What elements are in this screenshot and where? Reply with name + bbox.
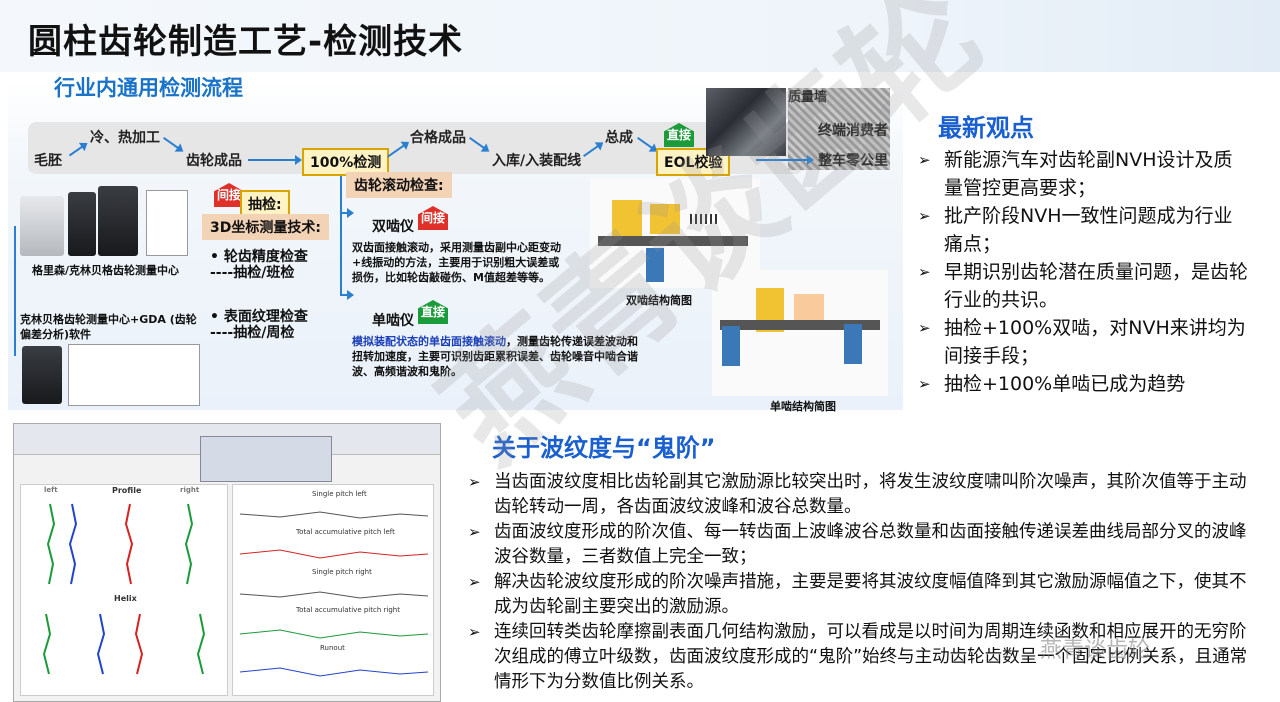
waviness-item: 解决齿轮波纹度形成的阶次噪声措施，主要是要将其波纹度幅值降到其它激励源幅值之下，…	[468, 570, 1258, 620]
cmm-item-1-freq: ----抽检/班检	[210, 265, 295, 281]
cmm-title: 3D坐标测量技术:	[202, 214, 329, 240]
trace-plots	[42, 503, 429, 677]
double-flank-desc: 双齿面接触滚动，采用测量齿副中心距变动+线振动的方法，主要用于识别粗大误差或损伤…	[352, 241, 561, 284]
measuring-machine	[98, 186, 138, 256]
measuring-machine	[22, 346, 62, 404]
step-warehouse: 入库/入装配线	[492, 153, 582, 169]
single-flank-desc: 模拟装配状态的单齿面接触滚动，测量齿轮传递误差波动和扭转加速度，主要可识别齿距累…	[352, 335, 638, 378]
vehicle-zero-km-label: 整车零公里	[818, 153, 888, 169]
viewpoint-item: 批产阶段NVH一致性问题成为行业痛点；	[918, 202, 1248, 258]
viewpoint-item: 新能源汽车对齿轮副NVH设计及质量管控更高要求；	[918, 146, 1248, 202]
report-sheet	[146, 190, 188, 256]
step-hot-cold: 冷、热加工	[90, 130, 160, 146]
single-flank-name: 单啮仪	[372, 313, 414, 329]
step-qualified: 合格成品	[410, 130, 466, 146]
step-blank: 毛胚	[34, 153, 62, 169]
viewpoints-title: 最新观点	[938, 114, 1034, 142]
viewpoint-item: 抽检+100%单啮已成为趋势	[918, 370, 1248, 398]
watermark-corner: 燕青谈齿轮	[1040, 638, 1151, 663]
flow-title: 行业内通用检测流程	[54, 76, 243, 100]
branch-line	[14, 226, 16, 356]
step-assembly: 总成	[605, 130, 633, 146]
arrow	[340, 290, 354, 300]
arrow	[756, 155, 814, 165]
viewpoint-item: 早期识别齿轮潜在质量问题，是齿轮行业的共识。	[918, 258, 1248, 314]
waviness-item: 齿面波纹度形成的阶次值、每一转齿面上波峰波谷总数量和齿面接触传递误差曲线局部分叉…	[468, 520, 1258, 570]
end-consumer-label: 终端消费者	[818, 123, 888, 139]
gda-chart	[68, 344, 200, 406]
step-gear-finished: 齿轮成品	[186, 153, 242, 169]
viewpoints-list: 新能源汽车对齿轮副NVH设计及质量管控更高要求； 批产阶段NVH一致性问题成为行…	[918, 146, 1248, 398]
arrow	[248, 155, 302, 165]
branch-line	[340, 176, 342, 296]
rolling-title: 齿轮滚动检查:	[346, 172, 452, 198]
machine-label-2: 克林贝格齿轮测量中心+GDA (齿轮偏差分析)软件	[20, 313, 197, 341]
double-flank-name: 双啮仪	[372, 219, 414, 235]
viewpoint-item: 抽检+100%双啮，对NVH来讲均为间接手段；	[918, 314, 1248, 370]
page-title: 圆柱齿轮制造工艺-检测技术	[28, 22, 464, 62]
eol-test-bench-photo	[706, 88, 786, 156]
quality-wall-label: 质量墙	[788, 90, 828, 105]
double-diagram-caption: 双啮结构简图	[626, 294, 692, 307]
measuring-machine	[68, 192, 96, 256]
arrow	[340, 208, 354, 218]
single-flank-diagram	[712, 270, 888, 396]
waviness-title: 关于波纹度与“鬼阶”	[492, 434, 716, 462]
measurement-software-screenshot: Profile Helix left right Single pitch le…	[13, 423, 441, 702]
cmm-item-2-freq: ----抽检/周检	[210, 325, 295, 341]
single-diagram-caption: 单啮结构简图	[770, 400, 836, 413]
waviness-item: 当齿面波纹度相比齿轮副其它激励源比较突出时，将发生波纹度啸叫阶次噪声，其阶次值等…	[468, 470, 1258, 520]
measuring-machine	[20, 196, 64, 256]
machine-label-1: 格里森/克林贝格齿轮测量中心	[32, 264, 180, 277]
